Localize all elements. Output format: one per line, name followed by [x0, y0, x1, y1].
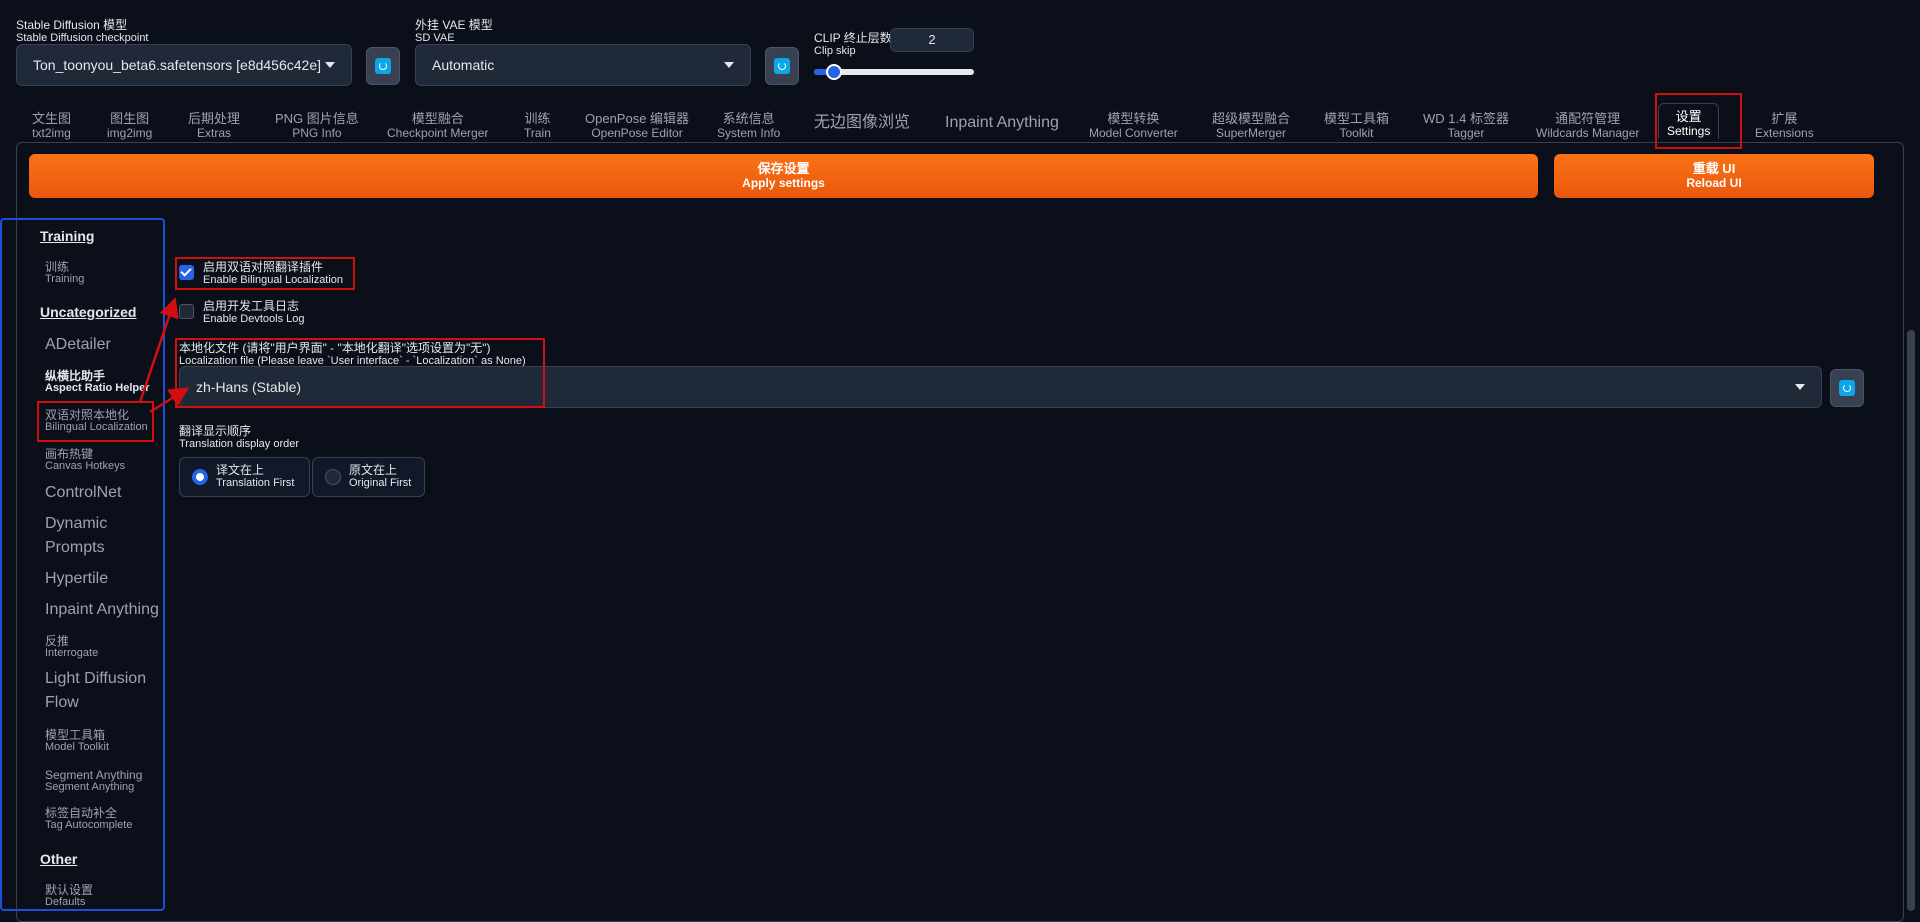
arrow-to-enable-checkbox: [138, 297, 179, 403]
annotation-arrows: [138, 297, 190, 414]
arrow-to-localization-file: [149, 387, 190, 414]
page-scrollbar[interactable]: [1907, 330, 1915, 911]
